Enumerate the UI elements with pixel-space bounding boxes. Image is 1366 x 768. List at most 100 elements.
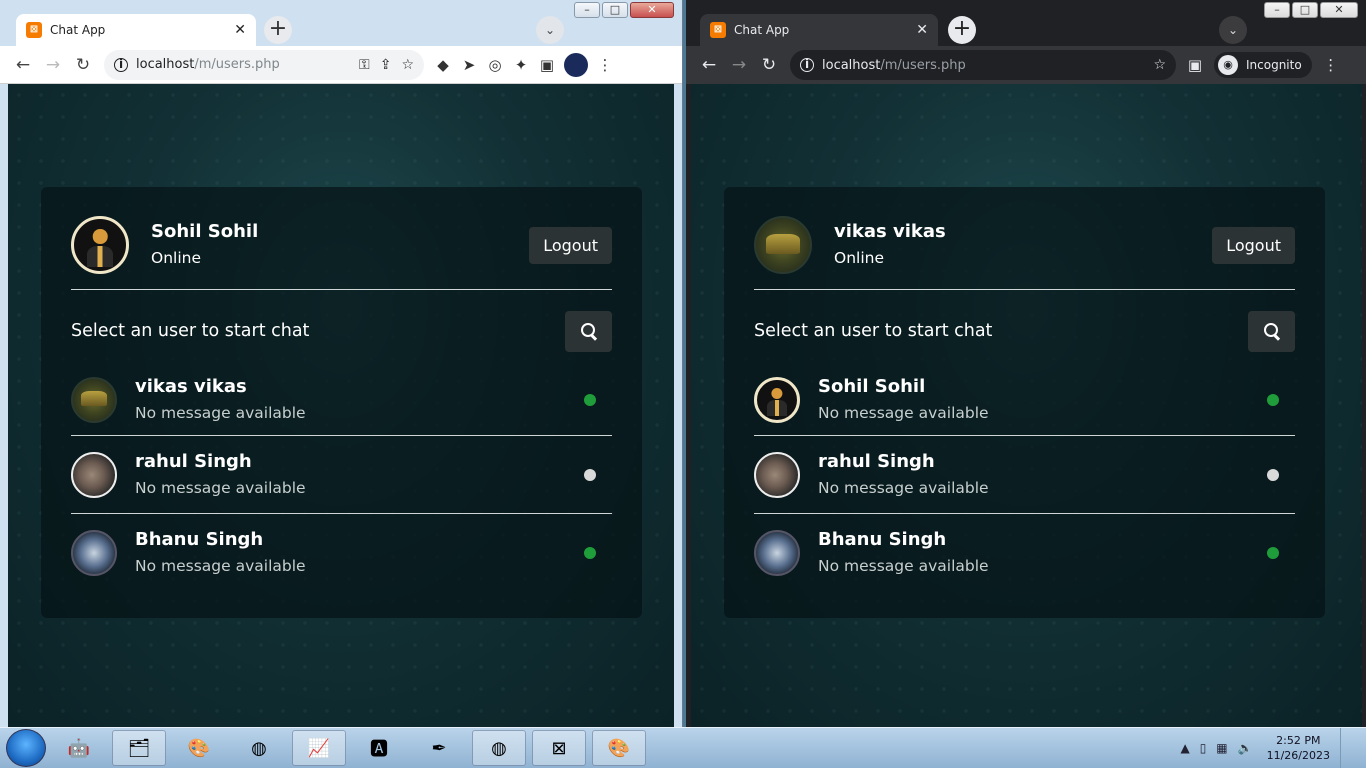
system-clock[interactable]: 2:52 PM 11/26/2023: [1267, 733, 1330, 763]
current-user-header: Sohil Sohil Online Logout: [71, 213, 612, 277]
tray-volume-icon[interactable]: 🔈: [1238, 741, 1253, 755]
browser-tab[interactable]: ⊠ Chat App ✕: [16, 14, 256, 46]
tray-expand-icon[interactable]: ▲: [1180, 741, 1189, 755]
tray-device-icon[interactable]: ▯: [1200, 741, 1207, 755]
taskbar-xampp-icon[interactable]: ⊠: [532, 730, 586, 766]
user-info: Sohil Sohil No message available: [818, 374, 1267, 426]
close-tab-icon[interactable]: ✕: [916, 22, 928, 38]
new-tab-button[interactable]: +: [948, 16, 976, 44]
user-list-item[interactable]: vikas vikas No message available: [71, 364, 612, 436]
browser-window-left: – □ ✕ ⊠ Chat App ✕ + ⌄ ← → ↻ i localhost…: [0, 0, 683, 727]
current-user-status: Online: [834, 249, 884, 267]
show-desktop-button[interactable]: [1340, 728, 1352, 768]
tab-title: Chat App: [734, 23, 790, 37]
current-user-name: Sohil Sohil: [151, 221, 259, 242]
offline-status-dot: [584, 468, 596, 481]
minimize-button[interactable]: –: [574, 2, 600, 18]
taskbar-file-explorer-icon[interactable]: 🗂: [112, 730, 166, 766]
menu-kebab-icon[interactable]: ⋮: [1318, 52, 1344, 78]
bookmark-star-icon[interactable]: ☆: [401, 57, 414, 73]
minimize-button[interactable]: –: [1264, 2, 1290, 18]
tab-search-button[interactable]: ⌄: [1219, 16, 1247, 44]
taskbar-editor-icon[interactable]: 📈: [292, 730, 346, 766]
page-viewport: vikas vikas Online Logout Select an user…: [691, 84, 1362, 727]
site-info-icon[interactable]: i: [800, 58, 814, 72]
extension-cookie-icon[interactable]: ◎: [482, 52, 508, 78]
taskbar-text-editor-icon[interactable]: 🅰: [352, 730, 406, 766]
window-controls: – □ ✕: [1264, 2, 1358, 18]
maximize-button[interactable]: □: [602, 2, 628, 18]
logout-button[interactable]: Logout: [1212, 226, 1295, 264]
side-panel-icon[interactable]: ▣: [1182, 52, 1208, 78]
reload-icon[interactable]: ↻: [754, 50, 784, 80]
key-icon[interactable]: ⚿: [359, 57, 370, 73]
incognito-indicator[interactable]: ◉ Incognito: [1214, 52, 1312, 78]
close-tab-icon[interactable]: ✕: [234, 22, 246, 38]
start-button[interactable]: [6, 729, 46, 767]
taskbar-paint-icon[interactable]: 🎨: [172, 730, 226, 766]
close-window-button[interactable]: ✕: [630, 2, 674, 18]
address-bar[interactable]: i localhost/m/users.php ⚿ ⇪ ☆: [104, 49, 424, 80]
forward-arrow-icon[interactable]: →: [724, 50, 754, 80]
taskbar-android-app-icon[interactable]: 🤖: [52, 730, 106, 766]
browser-toolbar: ← → ↻ i localhost/m/users.php ⚿ ⇪ ☆ ◆ ➤ …: [0, 46, 682, 84]
last-message: No message available: [135, 403, 306, 422]
user-avatar: [71, 530, 117, 576]
user-info: Bhanu Singh No message available: [135, 527, 584, 579]
close-window-button[interactable]: ✕: [1320, 2, 1358, 18]
taskbar-chrome-active-icon[interactable]: ◍: [472, 730, 526, 766]
back-arrow-icon[interactable]: ←: [694, 50, 724, 80]
xampp-favicon-icon: ⊠: [710, 22, 726, 38]
taskbar-pen-tool-icon[interactable]: ✒: [412, 730, 466, 766]
reload-icon[interactable]: ↻: [68, 50, 98, 80]
site-info-icon[interactable]: i: [114, 57, 128, 72]
url-text: localhost/m/users.php: [822, 57, 966, 73]
profile-avatar[interactable]: [564, 52, 588, 77]
offline-status-dot: [1267, 468, 1279, 481]
logout-button[interactable]: Logout: [529, 226, 612, 264]
back-arrow-icon[interactable]: ←: [8, 50, 38, 80]
search-label: Select an user to start chat: [754, 321, 993, 341]
taskbar-paint-active-icon[interactable]: 🎨: [592, 730, 646, 766]
extensions-puzzle-icon[interactable]: ✦: [508, 52, 534, 78]
incognito-icon: ◉: [1218, 55, 1238, 75]
maximize-button[interactable]: □: [1292, 2, 1318, 18]
menu-kebab-icon[interactable]: ⋮: [592, 52, 618, 78]
taskbar-chrome-icon[interactable]: ◍: [232, 730, 286, 766]
user-list: vikas vikas No message available rahul S…: [71, 364, 612, 592]
user-name: Bhanu Singh: [135, 529, 264, 550]
address-bar[interactable]: i localhost/m/users.php ☆: [790, 50, 1176, 80]
extension-cursor-icon[interactable]: ➤: [456, 52, 482, 78]
user-list-item[interactable]: Bhanu Singh No message available: [71, 514, 612, 592]
new-tab-button[interactable]: +: [264, 16, 292, 44]
users-panel: vikas vikas Online Logout Select an user…: [724, 187, 1325, 618]
user-list-item[interactable]: rahul Singh No message available: [754, 436, 1295, 514]
share-icon[interactable]: ⇪: [380, 57, 392, 73]
windows-taskbar: 🤖 🗂 🎨 ◍ 📈 🅰 ✒ ◍ ⊠ 🎨 ▲ ▯ ▦ 🔈 2:52 PM 11/2…: [0, 727, 1366, 768]
forward-arrow-icon[interactable]: →: [38, 50, 68, 80]
user-list: Sohil Sohil No message available rahul S…: [754, 364, 1295, 592]
user-avatar: [754, 376, 800, 423]
tab-search-button[interactable]: ⌄: [536, 16, 564, 44]
clock-date: 11/26/2023: [1266, 749, 1330, 762]
search-button[interactable]: [1248, 310, 1295, 352]
search-label: Select an user to start chat: [71, 321, 310, 341]
user-name: vikas vikas: [135, 375, 247, 397]
user-avatar: [71, 376, 117, 423]
last-message: No message available: [135, 478, 306, 497]
page-viewport: Sohil Sohil Online Logout Select an user…: [8, 84, 674, 727]
bookmark-star-icon[interactable]: ☆: [1153, 57, 1166, 73]
tray-network-icon[interactable]: ▦: [1216, 741, 1227, 755]
user-list-item[interactable]: rahul Singh No message available: [71, 436, 612, 514]
user-list-item[interactable]: Bhanu Singh No message available: [754, 514, 1295, 592]
user-list-item[interactable]: Sohil Sohil No message available: [754, 364, 1295, 436]
user-name: Bhanu Singh: [818, 529, 947, 550]
search-button[interactable]: [565, 310, 612, 352]
extension-ninja-icon[interactable]: ◆: [430, 52, 456, 78]
browser-window-right: – □ ✕ ⊠ Chat App ✕ + ⌄ ← → ↻ i localhost…: [686, 0, 1366, 727]
online-status-dot: [1267, 547, 1279, 559]
browser-tab[interactable]: ⊠ Chat App ✕: [700, 14, 938, 46]
search-row: Select an user to start chat: [754, 290, 1295, 372]
side-panel-icon[interactable]: ▣: [534, 52, 560, 78]
user-info: vikas vikas No message available: [135, 374, 584, 426]
